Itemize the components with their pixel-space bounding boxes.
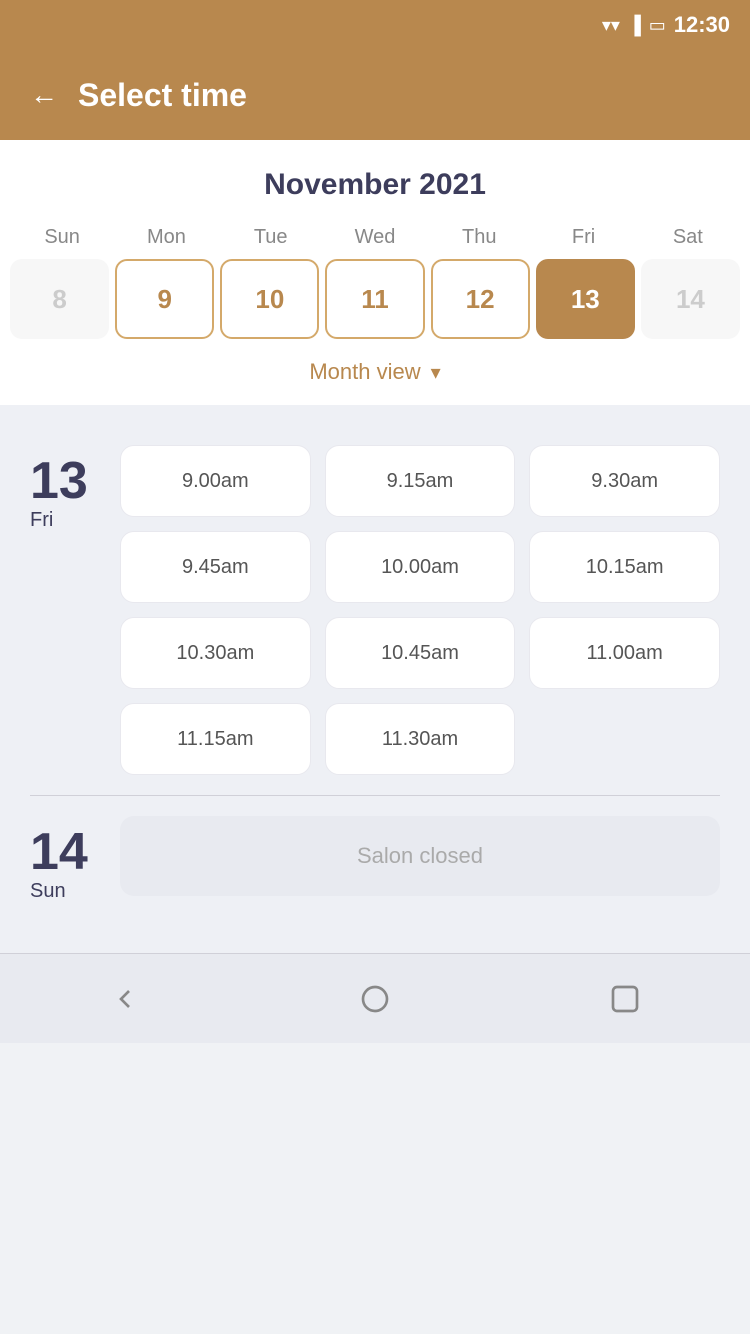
day-header-mon: Mon xyxy=(114,220,218,259)
day-header-thu: Thu xyxy=(427,220,531,259)
day-cell-11[interactable]: 11 xyxy=(325,259,424,339)
time-slot-900am[interactable]: 9.00am xyxy=(120,445,311,517)
status-icons: ▾▾ ▐ ▭ 12:30 xyxy=(602,12,730,38)
bottom-nav xyxy=(0,953,750,1043)
nav-back-button[interactable] xyxy=(100,974,150,1024)
day-cell-13[interactable]: 13 xyxy=(536,259,635,339)
day-header-wed: Wed xyxy=(323,220,427,259)
week-row: 8 9 10 11 12 13 14 xyxy=(0,259,750,349)
day-cell-12[interactable]: 12 xyxy=(431,259,530,339)
time-section: 13 Fri 9.00am 9.15am 9.30am 9.45am 10.00… xyxy=(0,405,750,953)
time-slot-1000am[interactable]: 10.00am xyxy=(325,531,516,603)
time-slot-1130am[interactable]: 11.30am xyxy=(325,703,516,775)
battery-icon: ▭ xyxy=(649,15,666,36)
time-slot-1045am[interactable]: 10.45am xyxy=(325,617,516,689)
day-cell-10[interactable]: 10 xyxy=(220,259,319,339)
time-slot-1115am[interactable]: 11.15am xyxy=(120,703,311,775)
month-view-label: Month view xyxy=(309,359,420,385)
recent-nav-icon xyxy=(609,983,641,1015)
status-bar: ▾▾ ▐ ▭ 12:30 xyxy=(0,0,750,50)
day-13-number: 13 xyxy=(30,455,88,507)
chevron-down-icon: ▾ xyxy=(431,360,441,385)
time-slot-930am[interactable]: 9.30am xyxy=(529,445,720,517)
day-header-tue: Tue xyxy=(219,220,323,259)
home-nav-icon xyxy=(359,983,391,1015)
day-cell-8: 8 xyxy=(10,259,109,339)
day-cell-14: 14 xyxy=(641,259,740,339)
back-button[interactable]: ← xyxy=(30,79,58,111)
day-14-name: Sun xyxy=(30,880,66,903)
back-nav-icon xyxy=(109,983,141,1015)
app-header: ← Select time xyxy=(0,50,750,140)
day-headers-row: Sun Mon Tue Wed Thu Fri Sat xyxy=(0,220,750,259)
salon-closed-message: Salon closed xyxy=(120,816,720,896)
day-14-content: 14 Sun Salon closed xyxy=(30,816,720,903)
page-title: Select time xyxy=(78,77,247,114)
nav-recent-button[interactable] xyxy=(600,974,650,1024)
day-header-sat: Sat xyxy=(636,220,740,259)
day-header-sun: Sun xyxy=(10,220,114,259)
status-time: 12:30 xyxy=(674,12,730,38)
time-slot-945am[interactable]: 9.45am xyxy=(120,531,311,603)
time-slot-915am[interactable]: 9.15am xyxy=(325,445,516,517)
day-13-time-grid: 9.00am 9.15am 9.30am 9.45am 10.00am 10.1… xyxy=(120,445,720,775)
time-slot-1100am[interactable]: 11.00am xyxy=(529,617,720,689)
day-13-name: Fri xyxy=(30,509,53,532)
day-13-info: 13 Fri xyxy=(30,445,100,775)
nav-home-button[interactable] xyxy=(350,974,400,1024)
day-13-content: 13 Fri 9.00am 9.15am 9.30am 9.45am 10.00… xyxy=(30,445,720,775)
day-14-number: 14 xyxy=(30,826,88,878)
time-slot-1030am[interactable]: 10.30am xyxy=(120,617,311,689)
day-block-13: 13 Fri 9.00am 9.15am 9.30am 9.45am 10.00… xyxy=(0,425,750,795)
wifi-icon: ▾▾ xyxy=(602,15,620,36)
month-view-toggle[interactable]: Month view ▾ xyxy=(0,349,750,405)
day-block-14: 14 Sun Salon closed xyxy=(0,796,750,923)
day-header-fri: Fri xyxy=(531,220,635,259)
day-14-info: 14 Sun xyxy=(30,816,100,903)
main-content: November 2021 Sun Mon Tue Wed Thu Fri Sa… xyxy=(0,140,750,405)
day-cell-9[interactable]: 9 xyxy=(115,259,214,339)
signal-icon: ▐ xyxy=(628,15,641,36)
time-slot-1015am[interactable]: 10.15am xyxy=(529,531,720,603)
month-year-title: November 2021 xyxy=(0,140,750,220)
